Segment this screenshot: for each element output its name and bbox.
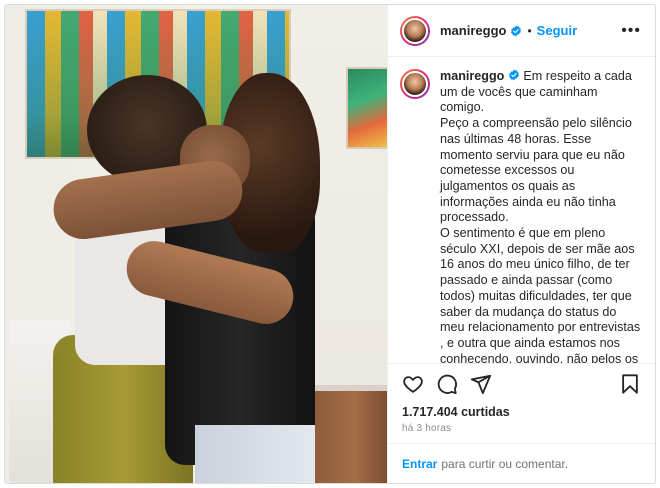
caption-text: manireggo Em respeito a cada um de vocês… (440, 69, 643, 363)
login-prompt-text: para curtir ou comentar. (441, 456, 569, 471)
heart-icon (403, 375, 423, 393)
caption-avatar[interactable] (400, 69, 430, 99)
comment-icon (437, 374, 457, 394)
share-button[interactable] (464, 367, 498, 401)
avatar-image (402, 71, 428, 97)
comment-button[interactable] (430, 367, 464, 401)
verified-badge-icon (511, 25, 522, 36)
caption-area[interactable]: manireggo Em respeito a cada um de vocês… (388, 57, 655, 363)
more-options-icon[interactable]: ••• (621, 22, 641, 40)
photo-painting-right (346, 67, 387, 149)
avatar[interactable] (400, 15, 430, 46)
likes-count[interactable]: 1.717.404 curtidas (388, 403, 655, 421)
save-button[interactable] (613, 367, 647, 401)
caption-username[interactable]: manireggo (440, 69, 504, 83)
post-header: manireggo • Seguir ••• (388, 5, 655, 57)
photo-baseboard (305, 385, 387, 391)
caption-row: manireggo Em respeito a cada um de vocês… (400, 69, 643, 363)
username-link[interactable]: manireggo (440, 23, 506, 38)
like-button[interactable] (396, 367, 430, 401)
post-photo[interactable] (5, 5, 387, 483)
login-link[interactable]: Entrar (402, 457, 437, 471)
post-timestamp[interactable]: há 3 horas (388, 421, 655, 443)
login-prompt: Entrar para curtir ou comentar. (388, 443, 655, 483)
bookmark-icon (622, 373, 638, 394)
share-icon (470, 374, 492, 394)
action-bar (388, 363, 655, 403)
verified-badge-icon (508, 69, 519, 81)
photo-floor (305, 390, 387, 483)
instagram-post: manireggo • Seguir ••• manireggo Em resp… (4, 4, 656, 484)
avatar-image (402, 17, 428, 44)
post-sidebar: manireggo • Seguir ••• manireggo Em resp… (387, 5, 655, 483)
photo-person-jeans (195, 425, 315, 483)
follow-button[interactable]: Seguir (537, 23, 577, 38)
caption-body: Em respeito a cada um de vocês que camin… (440, 69, 641, 363)
header-separator: • (527, 23, 532, 38)
